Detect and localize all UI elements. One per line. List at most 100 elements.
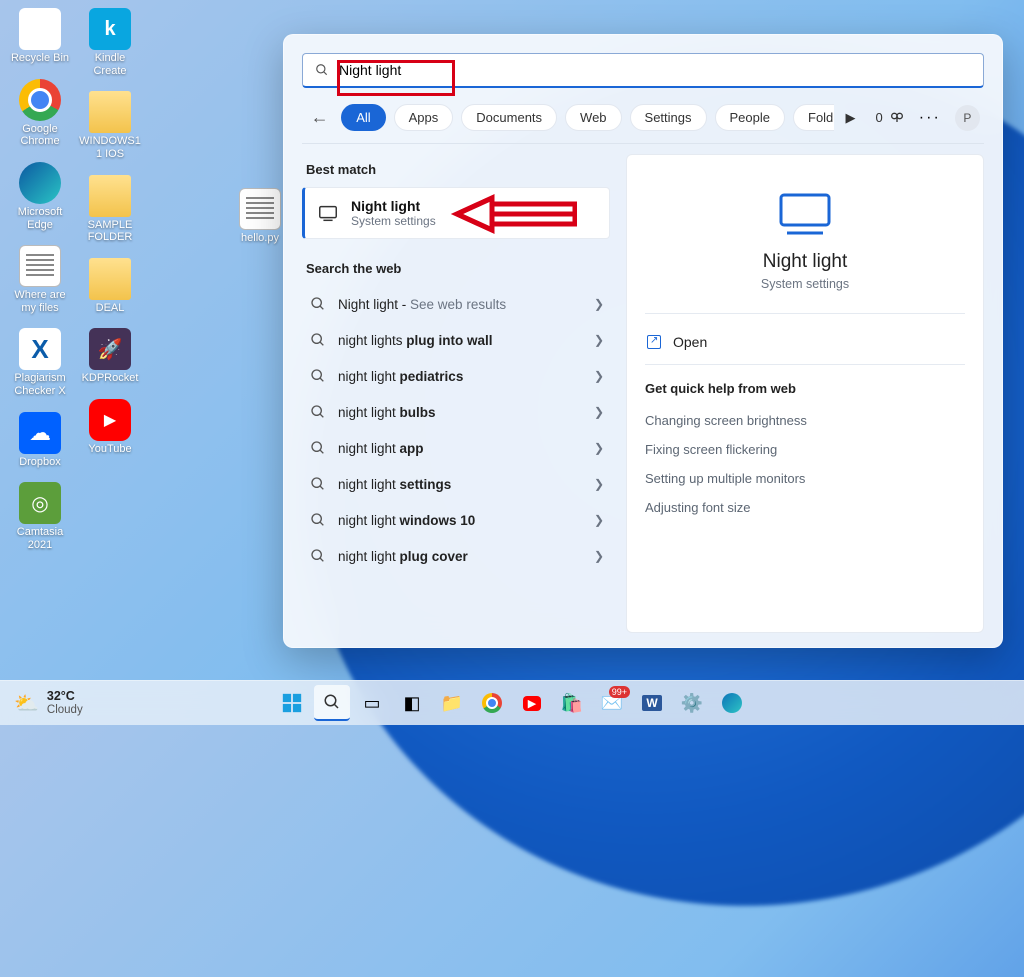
desktop-glyph: k — [89, 8, 131, 50]
filter-people[interactable]: People — [715, 104, 785, 131]
desktop-icon-label: Where are my files — [8, 289, 72, 314]
desktop-glyph — [19, 482, 61, 524]
web-result-text: night light windows 10 — [338, 513, 475, 528]
file-explorer-button[interactable]: 📁 — [434, 685, 470, 721]
settings-taskbar-icon[interactable]: ⚙️ — [674, 685, 710, 721]
desktop-glyph — [19, 162, 61, 204]
divider — [645, 313, 965, 314]
chevron-right-icon: ❯ — [594, 297, 604, 311]
more-filters-button[interactable]: ▶ — [842, 105, 860, 131]
desktop-icon-sample-folder[interactable]: SAMPLE FOLDER — [78, 175, 142, 244]
word-taskbar-icon[interactable]: W — [634, 685, 670, 721]
search-input[interactable] — [339, 62, 971, 78]
chevron-right-icon: ❯ — [594, 405, 604, 419]
open-icon — [647, 335, 661, 349]
weather-widget[interactable]: ⛅ 32°C Cloudy — [0, 690, 97, 716]
desktop-icon-google-chrome[interactable]: Google Chrome — [8, 79, 72, 148]
monitor-icon — [317, 202, 339, 224]
desktop-glyph — [89, 91, 131, 133]
open-action[interactable]: Open — [645, 328, 965, 365]
more-options-button[interactable]: ··· — [913, 109, 947, 127]
desktop-icon-deal[interactable]: DEAL — [78, 258, 142, 315]
desktop-glyph — [89, 328, 131, 370]
desktop-icon-plagiarism-checker-x[interactable]: Plagiarism Checker X — [8, 328, 72, 397]
desktop-icon-label: Plagiarism Checker X — [8, 372, 72, 397]
quick-help-link[interactable]: Setting up multiple monitors — [645, 464, 965, 493]
search-icon — [310, 296, 326, 312]
desktop-icon-kindle-create[interactable]: kKindle Create — [78, 8, 142, 77]
weather-condition: Cloudy — [47, 704, 83, 716]
desktop-icon-recycle-bin[interactable]: Recycle Bin — [8, 8, 72, 65]
taskbar-search-button[interactable] — [314, 685, 350, 721]
desktop-glyph — [89, 175, 131, 217]
desktop-icon-dropbox[interactable]: Dropbox — [8, 412, 72, 469]
desktop-icon-kdprocket[interactable]: KDPRocket — [78, 328, 142, 385]
filter-web[interactable]: Web — [565, 104, 622, 131]
quick-help-heading: Get quick help from web — [645, 381, 965, 396]
web-result[interactable]: night light windows 10❯ — [302, 502, 610, 538]
taskbar-center: ▭ ◧ 📁 ▶ 🛍️ ✉️ W ⚙️ — [274, 685, 750, 721]
search-icon — [310, 476, 326, 492]
mail-taskbar-icon[interactable]: ✉️ — [594, 685, 630, 721]
quick-help-link[interactable]: Changing screen brightness — [645, 406, 965, 435]
rewards-indicator[interactable]: 0 — [876, 110, 905, 126]
quick-help-link[interactable]: Fixing screen flickering — [645, 435, 965, 464]
chevron-right-icon: ❯ — [594, 549, 604, 563]
web-result-text: night light settings — [338, 477, 451, 492]
filter-settings[interactable]: Settings — [630, 104, 707, 131]
start-button[interactable] — [274, 685, 310, 721]
best-match-heading: Best match — [302, 154, 610, 187]
weather-temp: 32°C — [47, 690, 83, 704]
best-match-subtitle: System settings — [351, 214, 436, 228]
web-result-text: night light plug cover — [338, 549, 468, 564]
search-web-heading: Search the web — [302, 253, 610, 286]
desktop-glyph — [19, 8, 61, 50]
search-icon — [310, 548, 326, 564]
weather-icon: ⛅ — [14, 691, 39, 716]
edge-taskbar-icon[interactable] — [714, 685, 750, 721]
search-icon — [310, 512, 326, 528]
web-result[interactable]: night light app❯ — [302, 430, 610, 466]
desktop-glyph — [19, 245, 61, 287]
desktop-icon-where-are-my-files[interactable]: Where are my files — [8, 245, 72, 314]
web-result[interactable]: night light settings❯ — [302, 466, 610, 502]
filter-documents[interactable]: Documents — [461, 104, 557, 131]
open-label: Open — [673, 334, 707, 350]
result-detail-panel: Night light System settings Open Get qui… — [626, 154, 984, 633]
web-result-text: night lights plug into wall — [338, 333, 493, 348]
youtube-taskbar-icon[interactable]: ▶ — [514, 685, 550, 721]
back-arrow-button[interactable]: ← — [306, 107, 333, 128]
best-match-result[interactable]: Night light System settings — [302, 187, 610, 239]
chevron-right-icon: ❯ — [594, 333, 604, 347]
desktop-icon-label: SAMPLE FOLDER — [78, 219, 142, 244]
chevron-right-icon: ❯ — [594, 441, 604, 455]
desktop-glyph — [239, 188, 281, 230]
desktop-icon-camtasia-2021[interactable]: Camtasia 2021 — [8, 482, 72, 551]
quick-help-link[interactable]: Adjusting font size — [645, 493, 965, 522]
filter-folders[interactable]: Fold — [793, 104, 834, 131]
chrome-taskbar-icon[interactable] — [474, 685, 510, 721]
desktop-icon-label: Kindle Create — [78, 52, 142, 77]
search-panel: ← AllAppsDocumentsWebSettingsPeopleFold … — [283, 34, 1003, 648]
search-icon — [310, 404, 326, 420]
filter-apps[interactable]: Apps — [394, 104, 454, 131]
web-result[interactable]: night light pediatrics❯ — [302, 358, 610, 394]
profile-avatar[interactable]: P — [955, 105, 980, 131]
desktop-icon-microsoft-edge[interactable]: Microsoft Edge — [8, 162, 72, 231]
web-result[interactable]: Night light - See web results❯ — [302, 286, 610, 322]
web-result[interactable]: night lights plug into wall ❯ — [302, 322, 610, 358]
web-result[interactable]: night light bulbs ❯ — [302, 394, 610, 430]
desktop-icon-label: Google Chrome — [8, 123, 72, 148]
web-result-text: night light bulbs — [338, 405, 436, 420]
desktop-icon-youtube[interactable]: YouTube — [78, 399, 142, 456]
task-view-button[interactable]: ▭ — [354, 685, 390, 721]
search-box[interactable] — [302, 53, 984, 88]
widgets-button[interactable]: ◧ — [394, 685, 430, 721]
filter-all[interactable]: All — [341, 104, 385, 131]
results-left-column: Best match Night light System settings S… — [302, 154, 610, 633]
store-taskbar-icon[interactable]: 🛍️ — [554, 685, 590, 721]
search-icon — [310, 332, 326, 348]
desktop-icon-windows11-ios[interactable]: WINDOWS11 IOS — [78, 91, 142, 160]
desktop-glyph — [19, 79, 61, 121]
web-result[interactable]: night light plug cover ❯ — [302, 538, 610, 574]
